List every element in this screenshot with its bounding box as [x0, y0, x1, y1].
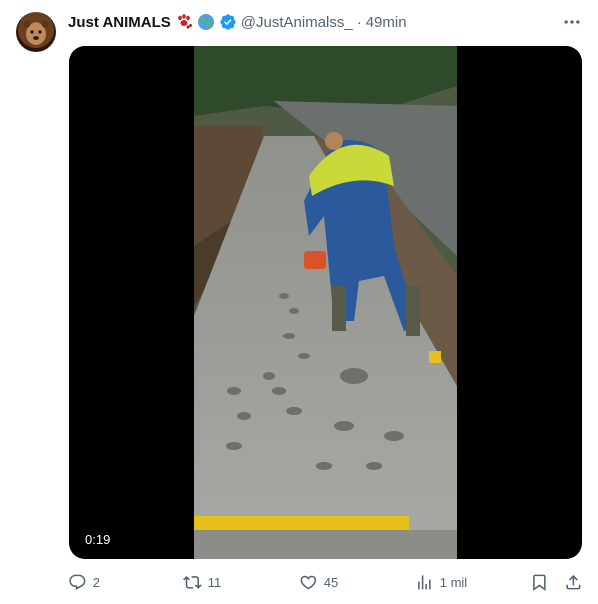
post-timestamp[interactable]: 49min	[366, 14, 407, 31]
video-frame	[194, 46, 457, 559]
more-options-icon[interactable]	[562, 12, 582, 32]
reply-button[interactable]: 2	[68, 570, 100, 594]
view-count: 1 mil	[439, 574, 468, 590]
separator-dot: ·	[356, 13, 362, 31]
bookmark-button[interactable]	[530, 570, 549, 594]
author-display-name[interactable]: Just ANIMALS	[68, 14, 171, 31]
like-button[interactable]: 45	[299, 570, 338, 594]
video-duration: 0:19	[79, 530, 117, 549]
repost-button[interactable]: 11	[183, 570, 221, 594]
reply-icon	[69, 574, 86, 590]
paw-prints-emoji-icon	[175, 13, 193, 31]
like-count: 45	[323, 574, 339, 590]
author-avatar[interactable]	[16, 12, 56, 52]
video-player[interactable]: 0:19	[69, 46, 582, 559]
bookmark-icon	[533, 574, 546, 591]
globe-emoji-icon	[197, 13, 215, 31]
action-bar: 2 11 45 1 mil	[68, 570, 582, 594]
repost-icon	[183, 575, 202, 589]
post-header: Just ANIMALS @JustAnimalss_ · 49min	[68, 12, 407, 32]
share-icon	[566, 574, 581, 590]
author-handle[interactable]: @JustAnimalss_	[241, 14, 353, 31]
verified-badge-icon	[219, 13, 237, 31]
views-button[interactable]: 1 mil	[415, 570, 467, 594]
views-chart-icon	[418, 574, 431, 590]
repost-count: 11	[207, 574, 222, 590]
share-button[interactable]	[564, 570, 583, 594]
heart-icon	[300, 575, 317, 590]
reply-count: 2	[92, 574, 100, 590]
